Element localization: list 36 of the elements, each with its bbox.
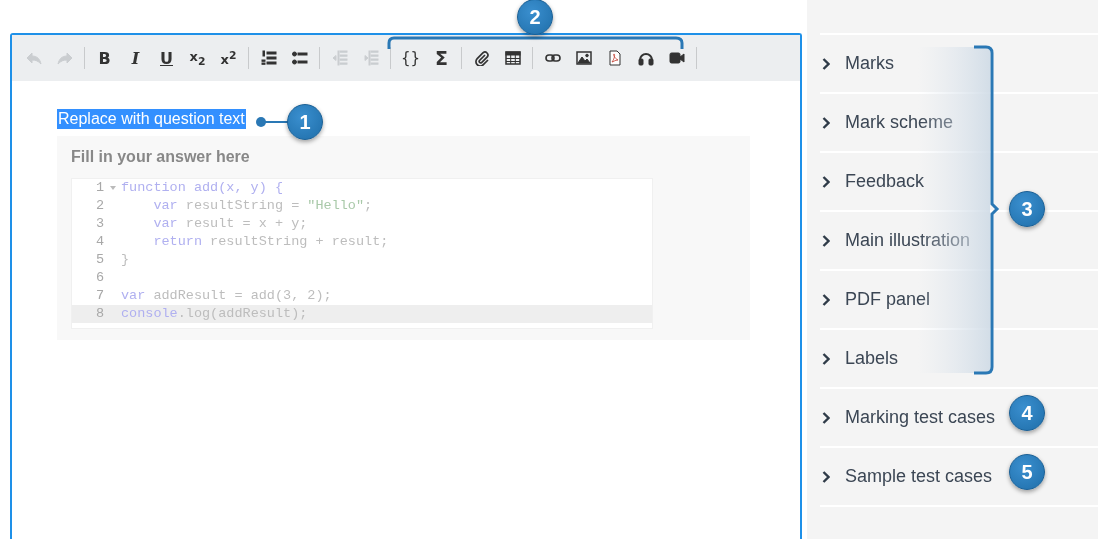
italic-button[interactable]: I [120,43,151,73]
code-line: } [121,251,130,269]
sum-button[interactable]: Σ [426,43,457,73]
outdent-icon [331,50,348,66]
line-number: 2 [94,197,104,215]
line-number: 1 [94,179,104,197]
table-icon [504,50,521,66]
numbered-list-icon [260,50,277,66]
line-number: 8 [94,305,104,323]
bold-button[interactable]: B [89,43,120,73]
line-number: 6 [94,269,104,287]
indent-icon [362,50,379,66]
code-line: function add(x, y) { [121,179,284,197]
line-number: 5 [94,251,104,269]
bullet-list-icon [291,50,308,66]
code-line: var resultString = "Hello"; [152,197,373,215]
pdf-icon [606,50,623,66]
headphones-icon [637,50,654,66]
line-number: 4 [94,233,104,251]
code-line: var addResult = add(3, 2); [121,287,332,305]
superscript-button[interactable]: x$^{2}$ [213,43,244,73]
image-icon [575,50,592,66]
code-line: return resultString + result; [152,233,389,251]
redo-icon [56,50,73,66]
answer-heading: Fill in your answer here [71,148,251,166]
number-badge: 2 [517,0,553,35]
underline-button[interactable]: U [151,43,182,73]
undo-icon [25,50,42,66]
line-number: 3 [94,215,104,233]
code-line: var result = x + y; [152,215,308,233]
video-camera-icon [668,50,685,66]
number-badge: 1 [287,104,323,140]
subscript-button[interactable]: x$_{2}$ [182,43,213,73]
code-button[interactable]: {} [395,43,426,73]
line-number: 7 [94,287,104,305]
paperclip-icon [473,50,490,66]
